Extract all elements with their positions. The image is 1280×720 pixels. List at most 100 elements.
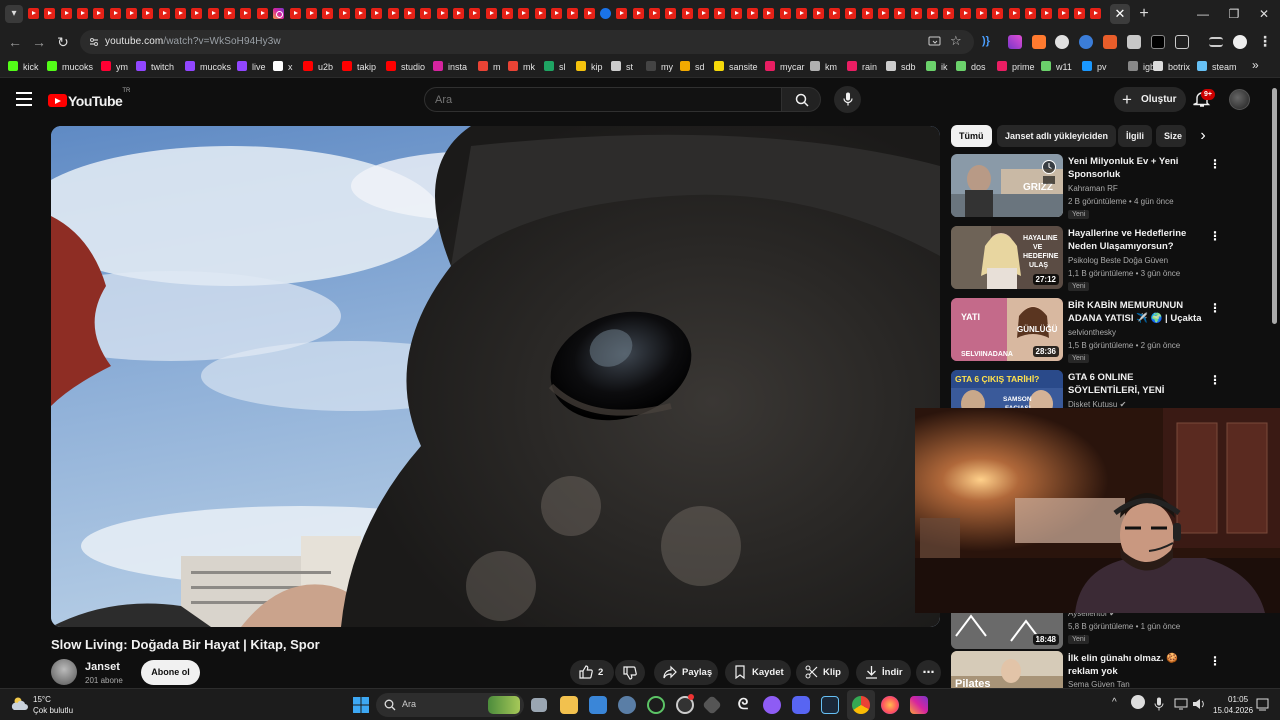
extension-icon[interactable] (1032, 35, 1046, 49)
youtube-tab-icon[interactable] (943, 8, 955, 19)
bookmark-ik[interactable]: ik (926, 60, 948, 74)
taskbar-search[interactable]: Ara (376, 693, 524, 717)
youtube-tab-icon[interactable] (305, 8, 317, 19)
weather-temperature[interactable]: 15°C (33, 695, 51, 704)
youtube-tab-icon[interactable] (894, 8, 906, 19)
youtube-tab-icon[interactable] (93, 8, 105, 19)
youtube-tab-icon[interactable] (714, 8, 726, 19)
youtube-tab-icon[interactable] (354, 8, 366, 19)
bookmark-star-icon[interactable]: ☆ (950, 33, 962, 49)
youtube-tab-icon[interactable] (1008, 8, 1020, 19)
youtube-tab-icon[interactable] (796, 8, 808, 19)
menu-icon[interactable] (16, 92, 32, 106)
youtube-tab-icon[interactable] (191, 8, 203, 19)
back-arrow-icon[interactable]: ← (6, 33, 24, 51)
speaker-icon[interactable] (1191, 697, 1205, 711)
youtube-tab-icon[interactable] (126, 8, 138, 19)
extension-icon[interactable] (1008, 35, 1022, 49)
like-button[interactable]: 2 (570, 660, 614, 685)
youtube-tab-icon[interactable] (175, 8, 187, 19)
bookmark-u2b[interactable]: u2b (303, 60, 333, 74)
youtube-tab-icon[interactable] (77, 8, 89, 19)
bookmark-takip[interactable]: takip (342, 60, 376, 74)
settings-gear-icon[interactable] (618, 696, 636, 714)
close-tab-button[interactable]: ✕ (1110, 4, 1130, 24)
youtube-tab-icon[interactable] (747, 8, 759, 19)
youtube-tab-icon[interactable] (501, 8, 513, 19)
bookmark-rain[interactable]: rain (847, 60, 877, 74)
more-options-icon[interactable]: ⋮ (1209, 300, 1221, 316)
youtube-tab-icon[interactable] (387, 8, 399, 19)
tab-favicon-icon[interactable] (600, 8, 612, 19)
youtube-tab-icon[interactable] (28, 8, 39, 19)
video-thumbnail[interactable]: YATI GÜNLÜĞÜ SELVIINADANA 28:36 (951, 298, 1063, 361)
install-app-icon[interactable] (928, 36, 941, 48)
bookmark-mucoks[interactable]: mucoks (185, 60, 231, 74)
clip-button[interactable]: Klip (796, 660, 849, 685)
youtube-tab-icon[interactable] (583, 8, 595, 19)
app-icon[interactable] (702, 695, 722, 715)
bookmark-sl[interactable]: sl (544, 60, 566, 74)
recommendation-channel[interactable]: Sema Güven Tan (1068, 680, 1130, 688)
account-avatar[interactable] (1229, 89, 1250, 110)
instagram-icon[interactable] (910, 696, 928, 714)
youtube-tab-icon[interactable] (240, 8, 252, 19)
bookmark-dos[interactable]: dos (956, 60, 986, 74)
bookmark-mycar[interactable]: mycar (765, 60, 805, 74)
extensions-puzzle-icon[interactable] (1175, 35, 1189, 49)
channel-avatar[interactable] (51, 659, 77, 685)
youtube-tab-icon[interactable] (1090, 8, 1102, 19)
recommendation-title[interactable]: İlk elin günahı olmaz. 🍪 reklam yok (1068, 652, 1203, 678)
extension-icon[interactable] (1127, 35, 1141, 49)
youtube-tab-icon[interactable] (665, 8, 677, 19)
bookmark-sd[interactable]: sd (680, 60, 705, 74)
app-icon[interactable] (763, 696, 781, 714)
video-thumbnail[interactable]: GRIZZ (951, 154, 1063, 217)
site-info-icon[interactable] (88, 36, 100, 48)
bookmark-ym[interactable]: ym (101, 60, 128, 74)
youtube-tab-icon[interactable] (828, 8, 840, 19)
bookmark-studio[interactable]: studio (386, 60, 425, 74)
bookmark-sansite[interactable]: sansite (714, 60, 758, 74)
headset-icon[interactable] (647, 696, 665, 714)
task-view-icon[interactable] (531, 698, 547, 712)
minimize-button[interactable]: — (1188, 4, 1218, 24)
bookmark-x[interactable]: x (273, 60, 293, 74)
bookmark-mucoks[interactable]: mucoks (47, 60, 93, 74)
youtube-tab-icon[interactable] (1041, 8, 1053, 19)
extension-icon[interactable] (1055, 35, 1069, 49)
app-icon[interactable]: ᘓ (734, 696, 752, 714)
create-button[interactable]: + Oluştur (1114, 87, 1186, 112)
discord-icon[interactable] (792, 696, 810, 714)
youtube-tab-icon[interactable] (632, 8, 644, 19)
more-actions-icon[interactable]: ⋯ (916, 660, 941, 685)
bookmark-steam[interactable]: steam (1197, 60, 1237, 74)
youtube-tab-icon[interactable] (959, 8, 971, 19)
chevron-up-icon[interactable]: ^ (1112, 697, 1117, 708)
youtube-tab-icon[interactable] (551, 8, 562, 19)
recommendation-item[interactable]: Pilates İlk elin günahı olmaz. 🍪 reklam … (951, 651, 1271, 688)
bookmark-m[interactable]: m (478, 60, 501, 74)
search-input[interactable] (425, 88, 781, 112)
microphone-icon[interactable] (1154, 697, 1164, 711)
youtube-tab-icon[interactable] (256, 8, 268, 19)
youtube-tab-icon[interactable] (44, 8, 56, 19)
save-button[interactable]: Kaydet (725, 660, 791, 685)
youtube-tab-icon[interactable] (812, 8, 824, 19)
youtube-tab-icon[interactable] (681, 8, 693, 19)
bookmark-sdb[interactable]: sdb (886, 60, 916, 74)
youtube-tab-icon[interactable] (649, 8, 661, 19)
recommendation-title[interactable]: BİR KABİN MEMURUNUN ADANA YATISI ✈️ 🌍 | … (1068, 299, 1203, 325)
youtube-tab-icon[interactable] (698, 8, 710, 19)
reload-icon[interactable]: ↻ (54, 33, 72, 51)
chevron-right-icon[interactable]: › (1192, 126, 1214, 148)
clock-date[interactable]: 15.04.2026 (1213, 706, 1253, 715)
bookmark-km[interactable]: km (810, 60, 837, 74)
instagram-tab-icon[interactable] (273, 8, 285, 19)
extension-icon[interactable] (1079, 35, 1093, 49)
youtube-tab-icon[interactable] (60, 8, 72, 19)
bookmark-kip[interactable]: kip (576, 60, 603, 74)
search-field[interactable] (424, 87, 782, 112)
youtube-tab-icon[interactable] (616, 8, 628, 19)
bookmarks-overflow-chevron-icon[interactable]: » (1252, 58, 1259, 72)
